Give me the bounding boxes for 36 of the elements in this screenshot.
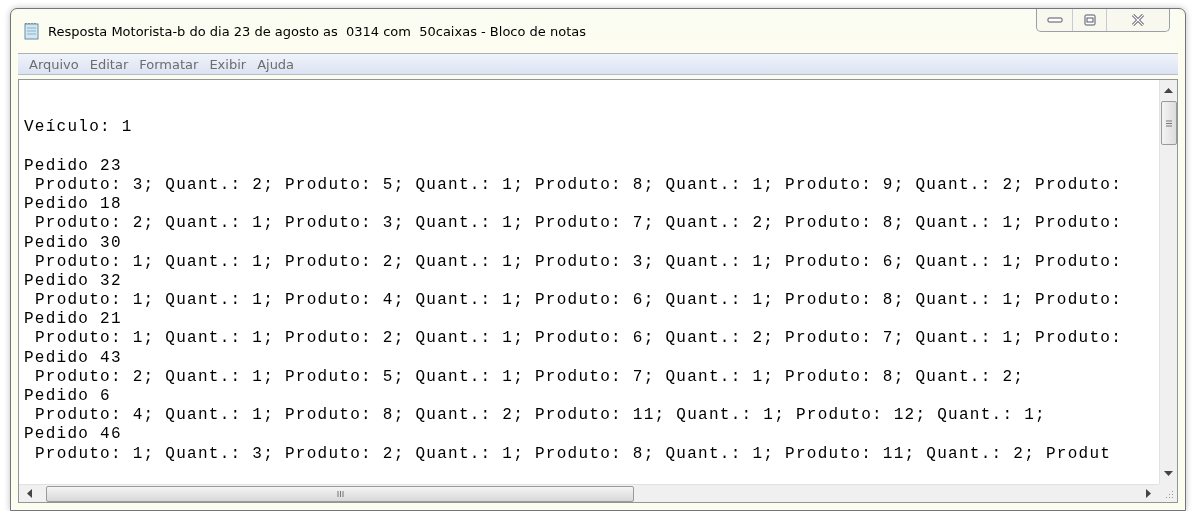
notepad-icon xyxy=(24,22,40,40)
menu-item[interactable]: Exibir xyxy=(204,56,252,72)
order-items: Produto: 4; Quant.: 1; Produto: 8; Quant.: 2; Produto: 11; Quant.: 1; Produto: 12; Quant.: 1; xyxy=(33,406,1046,425)
order-heading: Pedido 6 xyxy=(24,387,111,405)
order-heading: Pedido 18 xyxy=(24,195,122,214)
close-icon xyxy=(1131,14,1145,26)
scroll-thumb[interactable] xyxy=(1160,101,1177,145)
scroll-down-icon[interactable] xyxy=(1164,471,1173,476)
menu-item[interactable]: Editar xyxy=(84,56,134,72)
order-heading: Pedido 21 xyxy=(24,310,122,329)
order-heading: Pedido 43 xyxy=(24,348,122,367)
maximize-icon xyxy=(1083,14,1096,26)
window-title: Resposta Motorista-b do dia 23 de agosto as 0314 com 50caixas - Bloco de notas xyxy=(48,23,587,39)
order-heading: Pedido 30 xyxy=(24,233,122,252)
order-items: Produto: 2; Quant.: 1; Produto: 3; Quant.: 1; Produto: 7; Quant.: 2; Produto: 8; Quant.: 1; Produto: xyxy=(33,214,1123,233)
order-heading: Pedido 32 xyxy=(24,271,122,290)
menu-item[interactable]: Formatar xyxy=(134,56,204,72)
order-heading: Pedido 23 xyxy=(24,156,122,175)
scroll-up-icon[interactable] xyxy=(1164,88,1173,93)
vehicle-line: Veículo: 1 xyxy=(24,118,133,137)
scroll-left-icon[interactable] xyxy=(27,489,32,498)
order-items: Produto: 1; Quant.: 1; Produto: 4; Quant.: 1; Produto: 6; Quant.: 1; Produto: 8; Quant.: 1; Produto: xyxy=(33,291,1123,310)
menu-item[interactable]: Ajuda xyxy=(252,56,300,72)
order-items: Produto: 2; Quant.: 1; Produto: 5; Quant.: 1; Produto: 7; Quant.: 1; Produto: 8; Quant.: 2; xyxy=(33,367,1025,386)
order-items: Produto: 1; Quant.: 1; Produto: 2; Quant.: 1; Produto: 6; Quant.: 2; Produto: 7; Quant.: 1; Produto: xyxy=(33,329,1123,348)
order-items: Produto: 1; Quant.: 1; Produto: 2; Quant.: 1; Produto: 3; Quant.: 1; Produto: 6; Quant.: 1; Produto: xyxy=(33,252,1123,271)
order-items: Produto: 3; Quant.: 2; Produto: 5; Quant.: 1; Produto: 8; Quant.: 1; Produto: 9; Quant.: 2; Produto: xyxy=(33,175,1123,194)
vertical-scrollbar[interactable] xyxy=(1159,80,1177,484)
scroll-thumb[interactable] xyxy=(46,485,634,502)
scroll-right-icon[interactable] xyxy=(1146,489,1151,498)
menu-item[interactable]: Arquivo xyxy=(24,56,84,72)
minimize-icon xyxy=(1046,16,1063,24)
resize-grip-icon[interactable] xyxy=(1164,489,1174,499)
horizontal-scrollbar[interactable] xyxy=(19,484,1159,502)
order-items: Produto: 1; Quant.: 3; Produto: 2; Quant.: 1; Produto: 8; Quant.: 1; Produto: 11; Quant.: 2; Produt xyxy=(33,444,1112,463)
order-heading: Pedido 46 xyxy=(24,425,122,444)
